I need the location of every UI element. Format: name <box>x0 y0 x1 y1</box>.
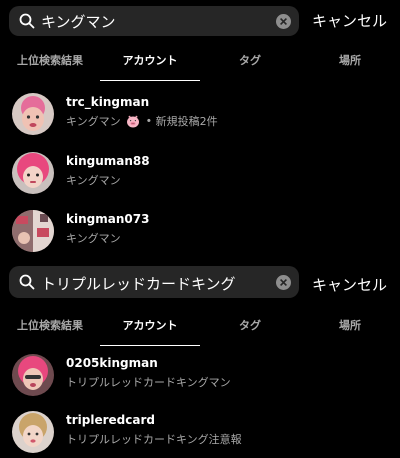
tab-places[interactable]: 場所 <box>300 52 400 68</box>
active-tab-indicator <box>100 345 200 346</box>
account-result-row[interactable]: kingman073 キングマン <box>0 207 400 257</box>
search-input[interactable]: トリプルレッドカードキング <box>9 266 299 298</box>
avatar <box>12 152 54 194</box>
account-username: kingman073 <box>66 212 150 226</box>
new-posts-count: 新規投稿2件 <box>155 115 218 128</box>
cancel-button[interactable]: キャンセル <box>312 274 387 295</box>
account-result-row[interactable]: trc_kingman キングマン • 新規投稿2件 <box>0 90 400 140</box>
account-username: trc_kingman <box>66 95 150 109</box>
search-icon <box>19 274 35 290</box>
pig-emoji-icon <box>127 115 140 127</box>
avatar <box>12 93 54 135</box>
cancel-button[interactable]: キャンセル <box>312 10 387 31</box>
account-username: 0205kingman <box>66 356 158 370</box>
account-result-row[interactable]: 0205kingman トリプルレッドカードキングマン <box>0 351 400 401</box>
search-tabs: 上位検索結果 アカウント タグ 場所 <box>0 317 400 347</box>
clear-search-icon[interactable] <box>276 14 291 29</box>
active-tab-indicator <box>100 80 200 81</box>
tab-top-results[interactable]: 上位検索結果 <box>0 52 100 68</box>
tab-tags[interactable]: タグ <box>200 317 300 333</box>
account-result-row[interactable]: kinguman88 キングマン <box>0 149 400 199</box>
account-username: tripleredcard <box>66 413 155 427</box>
search-icon <box>19 13 35 29</box>
account-display-name: トリプルレッドカードキングマン <box>66 376 231 389</box>
clear-search-icon[interactable] <box>276 275 291 290</box>
account-username: kinguman88 <box>66 154 150 168</box>
search-query: トリプルレッドカードキング <box>41 275 236 293</box>
tab-tags[interactable]: タグ <box>200 52 300 68</box>
account-display-name: キングマン <box>66 232 121 245</box>
search-query: キングマン <box>41 13 116 31</box>
account-display-name: トリプルレッドカードキング注意報 <box>66 433 242 446</box>
bullet-separator: • <box>145 114 153 128</box>
tab-top-results[interactable]: 上位検索結果 <box>0 317 100 333</box>
search-panel-kingman: キングマン キャンセル 上位検索結果 アカウント タグ 場所 trc_kingm… <box>0 0 400 262</box>
account-display-name: キングマン <box>66 115 121 128</box>
avatar <box>12 411 54 453</box>
search-tabs: 上位検索結果 アカウント タグ 場所 <box>0 52 400 82</box>
tab-accounts[interactable]: アカウント <box>100 317 200 333</box>
search-input[interactable]: キングマン <box>9 6 299 36</box>
account-display-name: キングマン <box>66 174 121 187</box>
account-result-row[interactable]: tripleredcard トリプルレッドカードキング注意報 <box>0 408 400 458</box>
tab-places[interactable]: 場所 <box>300 317 400 333</box>
search-panel-triple-red-card: トリプルレッドカードキング キャンセル 上位検索結果 アカウント タグ 場所 0… <box>0 262 400 456</box>
avatar <box>12 354 54 396</box>
account-subtitle: キングマン • 新規投稿2件 <box>66 113 218 129</box>
avatar <box>12 210 54 252</box>
tab-accounts[interactable]: アカウント <box>100 52 200 68</box>
